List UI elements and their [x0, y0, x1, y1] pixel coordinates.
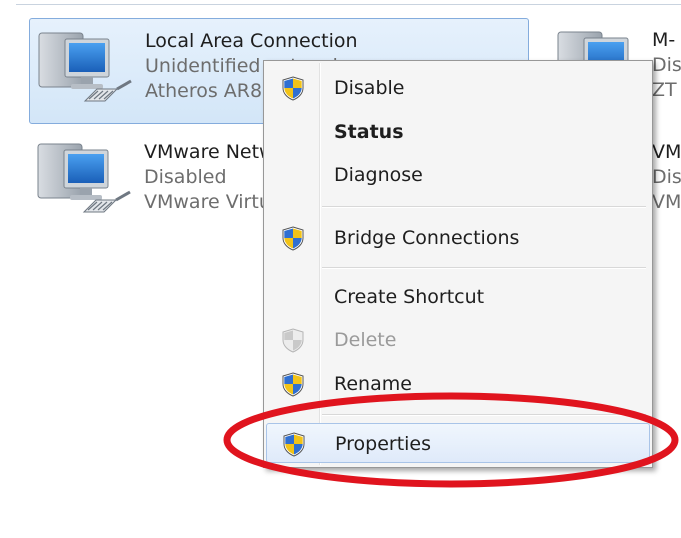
menu-item-rename[interactable]: Rename [266, 364, 650, 404]
menu-separator [322, 414, 646, 416]
adapter-name: VM [652, 141, 681, 163]
menu-item-label: Rename [334, 373, 412, 395]
uac-shield-icon [281, 431, 307, 457]
uac-shield-icon [280, 327, 306, 353]
uac-shield-icon [280, 371, 306, 397]
menu-item-label: Status [334, 121, 404, 143]
adapter-status: Dis [652, 54, 681, 76]
menu-separator [322, 267, 646, 269]
menu-item-create-shortcut[interactable]: Create Shortcut [266, 277, 650, 317]
menu-item-label: Properties [335, 433, 432, 455]
menu-item-properties[interactable]: Properties [266, 423, 650, 463]
menu-item-diagnose[interactable]: Diagnose [266, 155, 650, 195]
menu-separator [322, 206, 646, 208]
menu-item-label: Bridge Connections [334, 227, 520, 249]
menu-item-bridge-connections[interactable]: Bridge Connections [266, 218, 650, 258]
menu-item-label: Diagnose [334, 164, 423, 186]
adapter-status: Dis [652, 166, 681, 188]
menu-item-label: Disable [334, 77, 405, 99]
adapter-name: M- [652, 29, 676, 51]
network-adapter-icon [35, 27, 135, 117]
uac-shield-icon [280, 75, 306, 101]
network-adapter-icon [34, 138, 134, 228]
menu-item-label: Delete [334, 329, 397, 351]
adapter-name: Local Area Connection [145, 30, 358, 52]
menu-item-disable[interactable]: Disable [266, 68, 650, 108]
uac-shield-icon [280, 225, 306, 251]
menu-item-status[interactable]: Status [266, 112, 650, 152]
menu-item-label: Create Shortcut [334, 286, 485, 308]
adapter-device: ZT [652, 79, 677, 101]
context-menu: Disable Status Diagnose Bridge Connectio… [263, 60, 653, 468]
adapter-status: Disabled [144, 166, 227, 188]
menu-item-delete: Delete [266, 320, 650, 360]
adapter-device: VM [652, 191, 681, 213]
content-top-border [16, 4, 681, 5]
